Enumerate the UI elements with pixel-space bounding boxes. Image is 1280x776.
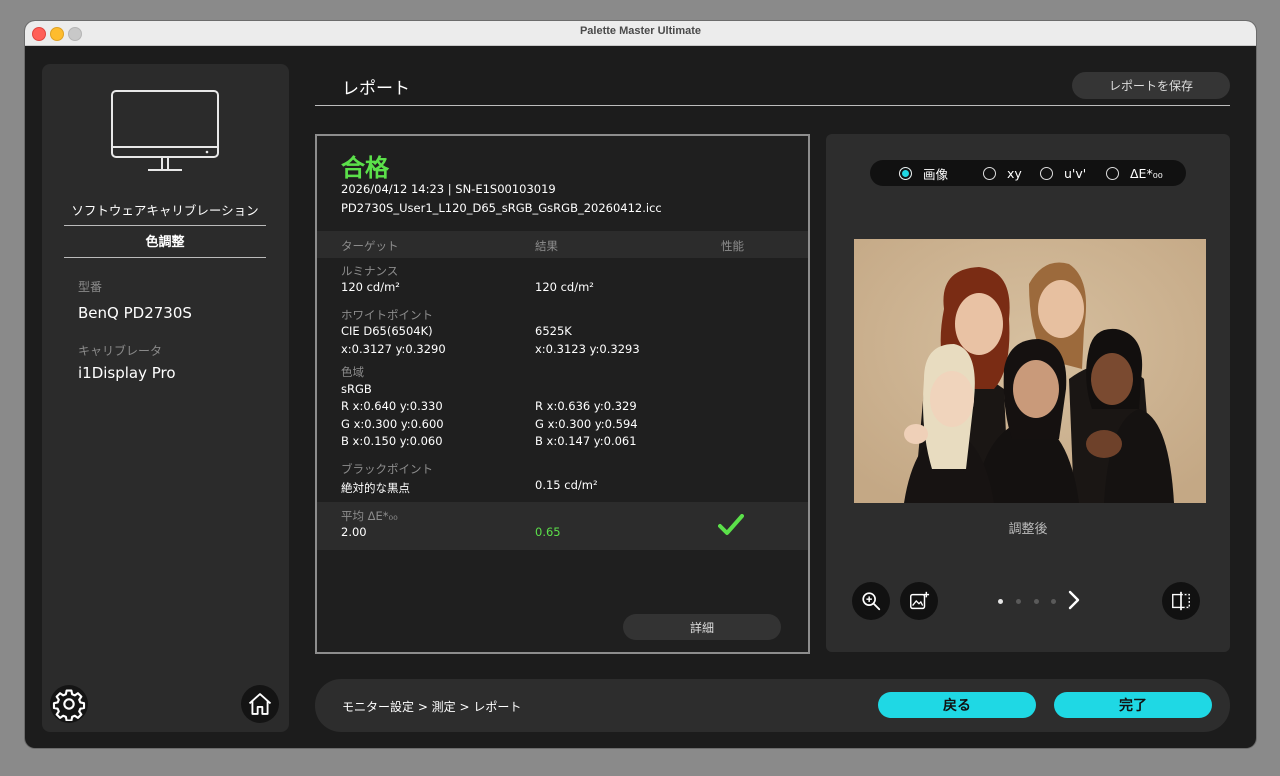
gamut-r-target: R x:0.640 y:0.330: [341, 399, 443, 413]
gamut-name: sRGB: [341, 382, 372, 396]
view-option-delta-e[interactable]: ΔE*₀₀: [1106, 160, 1163, 186]
view-option-uv[interactable]: u'v': [1040, 160, 1086, 186]
compare-split-button[interactable]: [1162, 582, 1200, 620]
sidebar: ソフトウェアキャリブレーション 色調整 型番 BenQ PD2730S キャリブ…: [42, 64, 289, 732]
view-option-uv-label: u'v': [1064, 165, 1087, 181]
gamut-r-result: R x:0.636 y:0.329: [535, 399, 637, 413]
gamut-b-target: B x:0.150 y:0.060: [341, 434, 443, 448]
view-option-image[interactable]: 画像: [899, 160, 948, 186]
page-dot[interactable]: [1016, 599, 1021, 604]
profile-name: PD2730S_User1_L120_D65_sRGB_GsRGB_202604…: [341, 201, 662, 215]
calibration-mode-item[interactable]: ソフトウェアキャリブレーション: [64, 200, 266, 226]
page-dot[interactable]: [1034, 599, 1039, 604]
details-button[interactable]: 詳細: [623, 614, 781, 640]
gamut-b-result: B x:0.147 y:0.061: [535, 434, 637, 448]
breadcrumb: モニター設定 > 測定 > レポート: [342, 700, 522, 714]
luminance-label: ルミナンス: [341, 264, 399, 278]
radio-icon: [983, 166, 996, 180]
avg-delta-row: 平均 ΔE*₀₀ 2.00 0.65: [317, 502, 808, 550]
window-title: Palette Master Ultimate: [579, 25, 702, 37]
view-mode-selector: 画像 xy u'v' ΔE*₀₀: [870, 160, 1186, 186]
whitepoint-target-2: x:0.3127 y:0.3290: [341, 342, 446, 356]
view-option-xy-label: xy: [1007, 165, 1022, 181]
title-bar: Palette Master Ultimate: [25, 21, 1256, 46]
title-divider: [315, 105, 1230, 106]
back-button[interactable]: 戻る: [878, 692, 1036, 718]
whitepoint-target-1: CIE D65(6504K): [341, 324, 433, 338]
column-performance: 性能: [721, 239, 744, 253]
preview-caption: 調整後: [1008, 522, 1048, 537]
radio-icon: [1106, 166, 1119, 180]
gamut-g-result: G x:0.300 y:0.594: [535, 417, 638, 431]
view-option-xy[interactable]: xy: [983, 160, 1022, 186]
pass-status: 合格: [341, 154, 389, 182]
checkmark-icon: [718, 514, 744, 535]
settings-button[interactable]: [50, 685, 88, 723]
preview-panel: 画像 xy u'v' ΔE*₀₀ 調整後: [826, 134, 1230, 652]
whitepoint-result-1: 6525K: [535, 324, 572, 338]
zoom-in-button[interactable]: [852, 582, 890, 620]
gamut-g-target: G x:0.300 y:0.600: [341, 417, 444, 431]
save-report-button[interactable]: レポートを保存: [1072, 72, 1230, 99]
report-panel: 合格 2026/04/12 14:23 | SN-E1S00103019 PD2…: [315, 134, 810, 654]
page-dot[interactable]: [1051, 599, 1056, 604]
gamut-label: 色域: [341, 365, 364, 379]
blackpoint-target: 絶対的な黒点: [341, 481, 410, 495]
calibrator-label: キャリブレータ: [78, 344, 163, 358]
avg-delta-label: 平均 ΔE*₀₀: [341, 509, 398, 523]
radio-icon: [1040, 166, 1053, 180]
table-header: ターゲット 結果 性能: [317, 231, 808, 258]
sample-photo: [854, 239, 1206, 503]
blackpoint-label: ブラックポイント: [341, 462, 433, 476]
app-window: Palette Master Ultimate ソフトウェアキャリブレーション …: [25, 21, 1256, 748]
avg-delta-target: 2.00: [341, 525, 367, 539]
bottom-bar: モニター設定 > 測定 > レポート 戻る 完了: [315, 679, 1230, 732]
calibrator-value: i1Display Pro: [78, 364, 176, 382]
avg-delta-result: 0.65: [535, 525, 561, 539]
column-target: ターゲット: [341, 239, 399, 253]
home-icon: [248, 693, 272, 715]
column-result: 結果: [535, 239, 558, 253]
monitor-icon: [111, 90, 219, 171]
split-view-icon: [1172, 591, 1190, 611]
date-serial: 2026/04/12 14:23 | SN-E1S00103019: [341, 182, 556, 196]
done-button[interactable]: 完了: [1054, 692, 1212, 718]
add-image-icon: [910, 591, 930, 610]
model-value: BenQ PD2730S: [78, 304, 192, 322]
preview-image: [854, 239, 1206, 503]
luminance-result: 120 cd/m²: [535, 280, 594, 294]
color-adjust-item[interactable]: 色調整: [64, 231, 266, 258]
home-button[interactable]: [241, 685, 279, 723]
blackpoint-result: 0.15 cd/m²: [535, 478, 598, 492]
whitepoint-result-2: x:0.3123 y:0.3293: [535, 342, 640, 356]
page-dot-active[interactable]: [998, 599, 1003, 604]
view-option-delta-e-label: ΔE*₀₀: [1130, 165, 1163, 181]
add-image-button[interactable]: [900, 582, 938, 620]
gear-icon: [52, 689, 86, 721]
radio-selected-icon: [899, 166, 912, 180]
page-title: レポート: [342, 79, 410, 99]
luminance-target: 120 cd/m²: [341, 280, 400, 294]
view-option-image-label: 画像: [923, 166, 949, 182]
next-image-icon[interactable]: [1067, 590, 1081, 610]
whitepoint-label: ホワイトポイント: [341, 308, 433, 322]
zoom-in-icon: [862, 592, 881, 611]
model-label: 型番: [78, 280, 103, 294]
